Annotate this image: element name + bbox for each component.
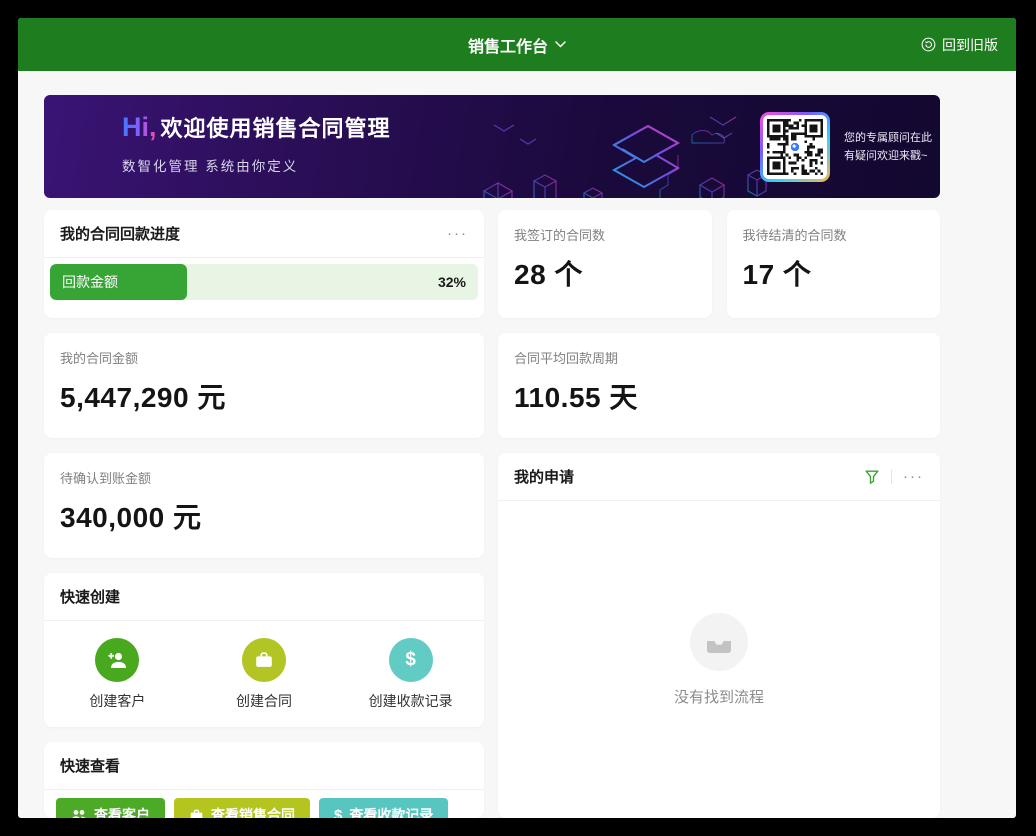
- isometric-decoration: [464, 95, 774, 198]
- right-column: 我签订的合同数 28 个 我待结清的合同数 17 个 合同平均回款周期 110.…: [498, 210, 940, 818]
- progress-fill: 回款金额: [50, 264, 187, 300]
- payback-progress-header: 我的合同回款进度 ···: [44, 210, 484, 258]
- banner-text: Hi, 欢迎使用销售合同管理 数智化管理 系统由你定义: [122, 111, 391, 175]
- signed-contracts-card: 我签订的合同数 28 个: [498, 210, 712, 318]
- avg-cycle-label: 合同平均回款周期: [514, 348, 924, 367]
- chevron-down-icon: [555, 41, 566, 48]
- banner-subtitle: 数智化管理 系统由你定义: [122, 155, 391, 175]
- pending-amount-card: 待确认到账金额 340,000 元: [44, 453, 484, 558]
- create-contract-label: 创建合同: [236, 691, 292, 711]
- progress-track: 回款金额 32%: [50, 264, 478, 300]
- view-payment-records-label: 查看收款记录: [349, 805, 433, 818]
- my-applications-card: 我的申请 ··· 没有找到流程: [498, 453, 940, 818]
- view-sales-contracts-label: 查看销售合同: [211, 805, 295, 818]
- view-sales-contracts-button[interactable]: 查看销售合同: [174, 798, 310, 818]
- briefcase-icon: [189, 808, 204, 818]
- unsettled-contracts-card: 我待结清的合同数 17 个: [727, 210, 941, 318]
- restore-icon: [921, 37, 936, 52]
- progress-bar-zone: 回款金额 32%: [44, 258, 484, 300]
- header-divider: [891, 470, 892, 484]
- create-payment-record-item[interactable]: $ 创建收款记录: [337, 638, 484, 711]
- add-user-icon: [95, 638, 139, 682]
- contract-amount-label: 我的合同金额: [60, 348, 468, 367]
- banner-title: 欢迎使用销售合同管理: [161, 111, 391, 143]
- qr-caption-line2: 有疑问欢迎来戳~: [844, 147, 932, 165]
- create-customer-label: 创建客户: [89, 691, 145, 711]
- unsettled-contracts-value: 17 个: [743, 253, 925, 293]
- create-contract-item[interactable]: 创建合同: [191, 638, 338, 711]
- view-payment-records-button[interactable]: $ 查看收款记录: [319, 798, 448, 818]
- filter-icon[interactable]: [864, 469, 880, 485]
- quick-view-row: 查看客户 查看销售合同 $ 查看收款记录: [44, 790, 484, 818]
- quick-create-row: 创建客户 创建合同: [44, 621, 484, 727]
- view-customers-button[interactable]: 查看客户: [56, 798, 165, 818]
- welcome-banner: Hi, 欢迎使用销售合同管理 数智化管理 系统由你定义 您的专属顾问在此 有疑问…: [44, 95, 940, 198]
- quick-view-header: 快速查看: [44, 742, 484, 790]
- payback-progress-title: 我的合同回款进度: [60, 223, 447, 244]
- create-payment-record-label: 创建收款记录: [369, 691, 453, 711]
- qr-svg: [767, 119, 823, 175]
- qr-caption-line1: 您的专属顾问在此: [844, 129, 932, 147]
- avg-cycle-value: 110.55 天: [514, 376, 924, 416]
- more-menu-icon[interactable]: ···: [447, 226, 468, 241]
- avg-cycle-card: 合同平均回款周期 110.55 天: [498, 333, 940, 438]
- quick-view-card: 快速查看 查看客户: [44, 742, 484, 818]
- applications-empty-state: 没有找到流程: [498, 501, 940, 818]
- pending-amount-label: 待确认到账金额: [60, 468, 468, 487]
- contract-count-row: 我签订的合同数 28 个 我待结清的合同数 17 个: [498, 210, 940, 318]
- dollar-icon: $: [334, 807, 342, 819]
- quick-create-card: 快速创建 创建客户: [44, 573, 484, 727]
- pending-amount-value: 340,000 元: [60, 496, 468, 536]
- top-header-bar: 销售工作台 回到旧版: [18, 18, 1016, 71]
- contract-amount-value: 5,447,290 元: [60, 376, 468, 416]
- qr-code: [760, 112, 830, 182]
- signed-contracts-value: 28 个: [514, 253, 696, 293]
- dollar-icon: $: [389, 638, 433, 682]
- create-customer-item[interactable]: 创建客户: [44, 638, 191, 711]
- empty-state-text: 没有找到流程: [674, 686, 764, 707]
- more-menu-icon[interactable]: ···: [903, 469, 924, 484]
- payback-progress-card: 我的合同回款进度 ··· 回款金额 32%: [44, 210, 484, 318]
- left-column: 我的合同回款进度 ··· 回款金额 32% 我的合同金额 5: [44, 210, 484, 818]
- page-body: Hi, 欢迎使用销售合同管理 数智化管理 系统由你定义 您的专属顾问在此 有疑问…: [18, 71, 1016, 818]
- back-link-label: 回到旧版: [942, 35, 998, 55]
- qr-caption: 您的专属顾问在此 有疑问欢迎来戳~: [844, 129, 932, 165]
- workspace-switcher[interactable]: 销售工作台: [468, 33, 566, 57]
- contract-amount-card: 我的合同金额 5,447,290 元: [44, 333, 484, 438]
- briefcase-icon: [242, 638, 286, 682]
- progress-percent: 32%: [438, 264, 466, 300]
- progress-label: 回款金额: [62, 272, 118, 292]
- quick-view-title: 快速查看: [60, 755, 468, 776]
- banner-greeting: Hi,: [122, 112, 157, 143]
- dashboard-grid: 我的合同回款进度 ··· 回款金额 32% 我的合同金额 5: [44, 210, 940, 818]
- page-title: 销售工作台: [468, 33, 548, 57]
- users-icon: [71, 809, 87, 819]
- quick-create-header: 快速创建: [44, 573, 484, 621]
- app-window: 销售工作台 回到旧版: [18, 18, 1016, 818]
- unsettled-contracts-label: 我待结清的合同数: [743, 225, 925, 244]
- my-applications-title: 我的申请: [514, 466, 864, 487]
- my-applications-header: 我的申请 ···: [498, 453, 940, 501]
- signed-contracts-label: 我签订的合同数: [514, 225, 696, 244]
- back-to-old-version-link[interactable]: 回到旧版: [921, 18, 998, 71]
- empty-inbox-icon: [690, 613, 748, 671]
- view-customers-label: 查看客户: [94, 805, 150, 818]
- quick-create-title: 快速创建: [60, 586, 468, 607]
